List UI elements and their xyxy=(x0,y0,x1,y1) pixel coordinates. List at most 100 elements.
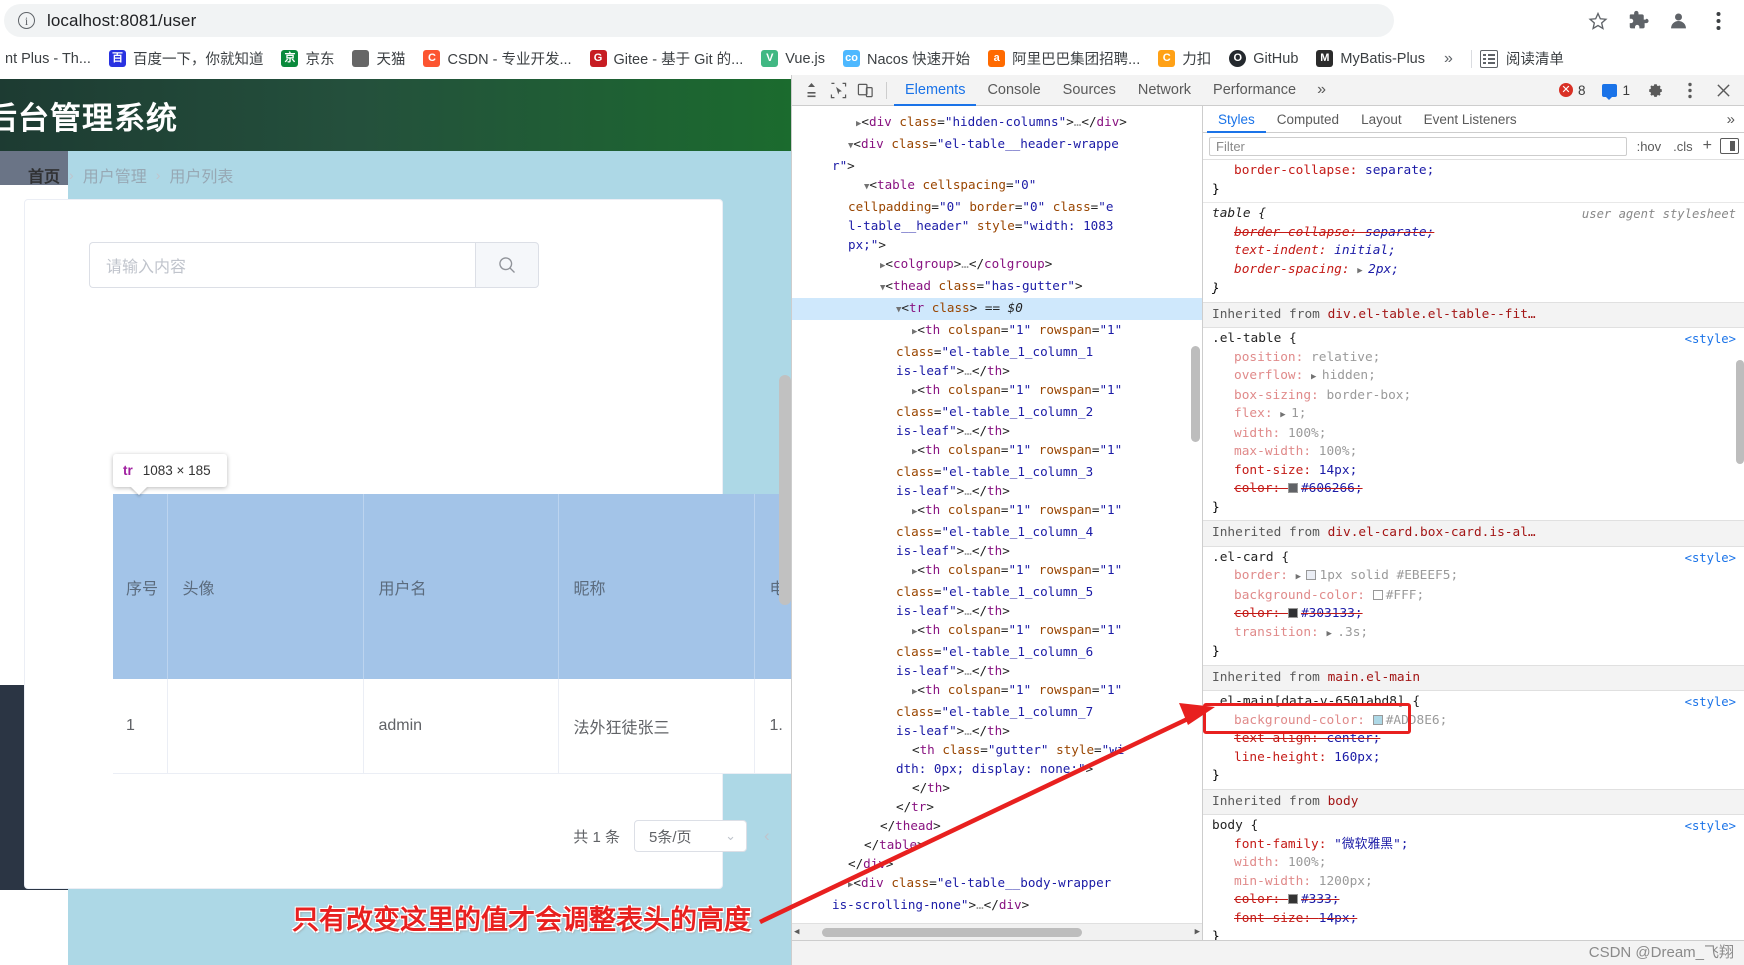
styles-more-tabs-icon[interactable]: » xyxy=(1717,111,1744,128)
bookmark-item[interactable]: OGitHub xyxy=(1220,47,1307,70)
css-property-name[interactable]: border: xyxy=(1234,568,1296,583)
extensions-icon[interactable] xyxy=(1626,9,1650,33)
dom-node[interactable]: class="el-table_1_column_6 xyxy=(792,642,1202,661)
css-declaration[interactable]: border-spacing: ▶ 2px; xyxy=(1212,261,1736,281)
expand-shorthand-icon[interactable]: ▶ xyxy=(1280,410,1291,420)
css-property-value[interactable]: 14px; xyxy=(1319,463,1358,478)
reading-list-button[interactable]: 阅读清单 xyxy=(1480,48,1574,69)
inherited-selector[interactable]: main.el-main xyxy=(1328,670,1420,685)
tab-event-listeners[interactable]: Event Listeners xyxy=(1413,106,1528,133)
css-property-value[interactable]: 14px; xyxy=(1319,911,1358,926)
dom-node[interactable]: </tr> xyxy=(792,797,1202,816)
css-property-value[interactable]: #606266; xyxy=(1301,481,1363,496)
css-property-name[interactable]: color: xyxy=(1234,606,1288,621)
address-bar[interactable]: i localhost:8081/user xyxy=(4,4,1394,37)
css-property-value[interactable]: separate; xyxy=(1365,163,1434,178)
search-button[interactable] xyxy=(475,242,539,288)
css-declaration[interactable]: border: ▶ 1px solid #EBEEF5; xyxy=(1212,567,1736,587)
color-swatch[interactable] xyxy=(1288,483,1298,493)
dom-node[interactable]: ▶<th colspan="1" rowspan="1" xyxy=(792,380,1202,402)
dom-node[interactable]: ▶<div class="el-table__body-wrapper xyxy=(792,873,1202,895)
scroll-thumb[interactable] xyxy=(822,928,1082,937)
bookmark-item[interactable]: 百百度一下，你就知道 xyxy=(100,45,273,72)
css-rule[interactable]: body {<style>font-family: "微软雅黑";width: … xyxy=(1203,815,1744,940)
dom-node[interactable]: is-leaf">…</th> xyxy=(792,601,1202,620)
css-property-name[interactable]: font-size: xyxy=(1234,463,1319,478)
css-declaration[interactable]: overflow: ▶ hidden; xyxy=(1212,367,1736,387)
css-property-name[interactable]: min-width: xyxy=(1234,874,1319,889)
css-property-name[interactable]: width: xyxy=(1234,855,1288,870)
css-property-value[interactable]: relative; xyxy=(1311,350,1380,365)
css-declaration[interactable]: color: #303133; xyxy=(1212,605,1736,624)
color-swatch[interactable] xyxy=(1373,715,1383,725)
css-declaration[interactable]: font-size: 14px; xyxy=(1212,910,1736,929)
bookmark-item[interactable]: C力扣 xyxy=(1149,45,1220,72)
dom-node[interactable]: px;"> xyxy=(792,235,1202,254)
bookmark-item[interactable]: a阿里巴巴集团招聘... xyxy=(979,45,1149,72)
close-icon[interactable] xyxy=(1710,77,1737,103)
css-property-value[interactable]: .3s; xyxy=(1337,625,1368,640)
css-selector[interactable]: body { xyxy=(1212,817,1736,836)
css-rule-origin[interactable]: <style> xyxy=(1685,817,1736,836)
dom-node[interactable]: ▶<th colspan="1" rowspan="1" xyxy=(792,440,1202,462)
css-property-name[interactable]: background-color: xyxy=(1234,713,1373,728)
css-property-value[interactable]: #ADD8E6; xyxy=(1386,713,1448,728)
css-property-value[interactable]: initial; xyxy=(1334,243,1396,258)
css-declaration[interactable]: position: relative; xyxy=(1212,349,1736,368)
scroll-right-arrow-icon[interactable]: ▶ xyxy=(1195,923,1200,941)
breadcrumb-item-user-list[interactable]: 用户列表 xyxy=(169,163,233,187)
bookmark-item[interactable]: nt Plus - Th... xyxy=(0,48,100,70)
bookmark-item[interactable]: MMyBatis-Plus xyxy=(1307,47,1434,70)
dom-node[interactable]: </thead> xyxy=(792,816,1202,835)
css-property-value[interactable]: 1px solid #EBEEF5; xyxy=(1319,568,1458,583)
dom-tree-scrollbar-vertical[interactable] xyxy=(1191,346,1200,442)
css-declaration[interactable]: width: 100%; xyxy=(1212,425,1736,444)
dom-node[interactable]: <th class="gutter" style="wi xyxy=(792,740,1202,759)
table-row[interactable]: 1 admin 法外狂徒张三 1. xyxy=(113,679,791,773)
tab-styles[interactable]: Styles xyxy=(1207,106,1266,133)
css-declaration[interactable]: border-collapse: separate; xyxy=(1212,162,1736,181)
inspect-cursor-icon[interactable] xyxy=(825,77,852,103)
css-declaration[interactable]: background-color: #ADD8E6; xyxy=(1212,712,1736,731)
expand-shorthand-icon[interactable]: ▶ xyxy=(1296,572,1307,582)
css-property-name[interactable]: max-width: xyxy=(1234,444,1319,459)
css-property-value[interactable]: 160px; xyxy=(1334,750,1380,765)
profile-avatar-icon[interactable] xyxy=(1666,9,1690,33)
toggle-sidebar-icon[interactable] xyxy=(1720,138,1739,154)
css-property-name[interactable]: position: xyxy=(1234,350,1311,365)
dom-node[interactable]: is-leaf">…</th> xyxy=(792,721,1202,740)
css-rule[interactable]: border-collapse: separate;} xyxy=(1203,160,1744,202)
column-header-avatar[interactable]: 头像 xyxy=(167,494,363,679)
css-property-name[interactable]: border-spacing: xyxy=(1234,262,1357,277)
css-property-value[interactable]: 100%; xyxy=(1288,855,1327,870)
css-declaration[interactable]: box-sizing: border-box; xyxy=(1212,387,1736,406)
css-declaration[interactable]: font-family: "微软雅黑"; xyxy=(1212,836,1736,855)
message-count-badge[interactable]: 1 xyxy=(1597,82,1635,99)
bookmarks-overflow-icon[interactable]: » xyxy=(1434,50,1463,68)
css-rule-origin[interactable]: <style> xyxy=(1685,693,1736,712)
page-size-select[interactable]: 5条/页 ⌄ xyxy=(634,820,747,852)
dom-node[interactable]: class="el-table_1_column_5 xyxy=(792,582,1202,601)
dom-node[interactable]: is-scrolling-none">…</div> xyxy=(792,895,1202,914)
css-declaration[interactable]: max-width: 100%; xyxy=(1212,443,1736,462)
css-rule[interactable]: .el-card {<style>border: ▶ 1px solid #EB… xyxy=(1203,547,1744,665)
css-property-name[interactable]: box-sizing: xyxy=(1234,388,1326,403)
devtools-drawer-resize-handle[interactable] xyxy=(798,77,825,103)
css-property-value[interactable]: 1; xyxy=(1291,406,1306,421)
dom-node[interactable]: class="el-table_1_column_4 xyxy=(792,522,1202,541)
dom-node[interactable]: is-leaf">…</th> xyxy=(792,661,1202,680)
tab-sources[interactable]: Sources xyxy=(1052,75,1127,106)
css-declaration[interactable]: text-indent: initial; xyxy=(1212,242,1736,261)
more-tabs-icon[interactable]: » xyxy=(1307,81,1336,99)
tab-console[interactable]: Console xyxy=(976,75,1051,106)
column-header-nickname[interactable]: 昵称 xyxy=(558,494,754,679)
css-declaration[interactable]: min-width: 1200px; xyxy=(1212,873,1736,892)
css-property-value[interactable]: #FFF; xyxy=(1386,588,1425,603)
gear-icon[interactable] xyxy=(1642,77,1669,103)
browser-menu-icon[interactable] xyxy=(1706,9,1730,33)
dom-node-selected[interactable]: ▼<tr class> == $0 xyxy=(792,298,1202,320)
new-style-rule-button[interactable]: + xyxy=(1703,137,1712,155)
inherited-selector[interactable]: div.el-card.box-card.is-al… xyxy=(1328,525,1536,540)
dom-node[interactable]: ▶<th colspan="1" rowspan="1" xyxy=(792,320,1202,342)
dom-node[interactable]: class="el-table_1_column_3 xyxy=(792,462,1202,481)
